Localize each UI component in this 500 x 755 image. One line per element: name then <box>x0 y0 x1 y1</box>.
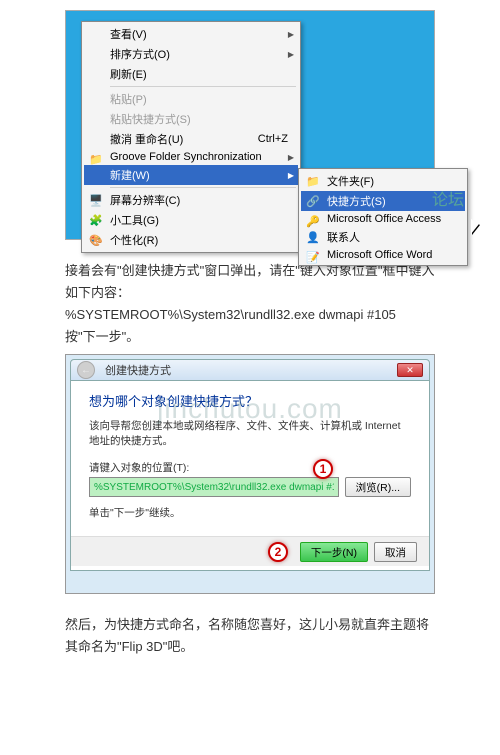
context-menu-screenshot: 查看(V) 排序方式(O) 刷新(E) 粘贴(P) 粘贴快捷方式(S) 撤消 重… <box>65 10 435 240</box>
browse-button[interactable]: 浏览(R)... <box>345 477 411 497</box>
menu-item-resolution[interactable]: 🖥️ 屏幕分辨率(C) <box>84 190 298 210</box>
desktop-context-menu: 查看(V) 排序方式(O) 刷新(E) 粘贴(P) 粘贴快捷方式(S) 撤消 重… <box>81 21 301 253</box>
menu-label: 文件夹(F) <box>327 173 374 189</box>
wizard-description: 该向导帮您创建本地或网络程序、文件、文件夹、计算机或 Internet 地址的快… <box>89 418 411 448</box>
menu-item-paste-shortcut: 粘贴快捷方式(S) <box>84 109 298 129</box>
close-button[interactable]: ✕ <box>397 363 423 377</box>
menu-label: 查看(V) <box>110 26 147 42</box>
menu-label: 刷新(E) <box>110 66 147 82</box>
menu-item-undo-rename[interactable]: 撤消 重命名(U) Ctrl+Z <box>84 129 298 149</box>
menu-label: 屏幕分辨率(C) <box>110 192 180 208</box>
menu-label: 小工具(G) <box>110 212 159 228</box>
menu-label: 排序方式(O) <box>110 46 170 62</box>
text-line: 接着会有"创建快捷方式"窗口弹出，请在"键入对象位置"框中键入如下内容： <box>65 260 435 304</box>
menu-separator <box>110 187 296 188</box>
personalize-icon: 🎨 <box>88 232 104 248</box>
display-icon: 🖥️ <box>88 192 104 208</box>
submenu-item-word[interactable]: 📝 Microsoft Office Word <box>301 247 465 263</box>
menu-item-view[interactable]: 查看(V) <box>84 24 298 44</box>
callout-2: 2 <box>268 542 288 562</box>
next-button[interactable]: 下一步(N) <box>300 542 368 562</box>
text-line: 然后，为快捷方式命名，名称随您喜好，这儿小易就直奔主题将其命名为"Flip 3D… <box>65 614 435 658</box>
menu-item-new[interactable]: 新建(W) <box>84 165 298 185</box>
word-icon: 📝 <box>305 249 321 265</box>
wizard-title: 创建快捷方式 <box>105 362 171 378</box>
create-shortcut-screenshot: ← 创建快捷方式 ✕ jinchutou.com 想为哪个对象创建快捷方式？ 该… <box>65 354 435 594</box>
shortcut-icon: 🔗 <box>305 193 321 209</box>
instruction-paragraph-1: 接着会有"创建快捷方式"窗口弹出，请在"键入对象位置"框中键入如下内容： %SY… <box>65 260 435 348</box>
location-field-row: 浏览(R)... <box>89 477 411 497</box>
wizard-hint: 单击"下一步"继续。 <box>89 505 411 520</box>
menu-label: 个性化(R) <box>110 232 158 248</box>
instruction-paragraph-2: 然后，为快捷方式命名，名称随您喜好，这儿小易就直奔主题将其命名为"Flip 3D… <box>65 614 435 658</box>
menu-label: Microsoft Office Access <box>327 213 441 225</box>
menu-item-refresh[interactable]: 刷新(E) <box>84 64 298 84</box>
wizard-footer: 2 下一步(N) 取消 <box>71 536 429 566</box>
wizard-heading: 想为哪个对象创建快捷方式？ <box>89 391 411 410</box>
submenu-item-contact[interactable]: 👤 联系人 <box>301 227 465 247</box>
menu-label: 快捷方式(S) <box>327 193 386 209</box>
watermark: 论坛 <box>432 186 464 210</box>
menu-item-sort[interactable]: 排序方式(O) <box>84 44 298 64</box>
menu-shortcut: Ctrl+Z <box>258 133 288 145</box>
menu-item-personalize[interactable]: 🎨 个性化(R) <box>84 230 298 250</box>
text-line-command: %SYSTEMROOT%\System32\rundll32.exe dwmap… <box>65 304 435 326</box>
menu-label: 新建(W) <box>110 167 150 183</box>
new-submenu: 📁 文件夹(F) 🔗 快捷方式(S) 🔑Microsoft Office Acces… <box>298 168 468 266</box>
contact-icon: 👤 <box>305 229 321 245</box>
wizard-titlebar: ← 创建快捷方式 ✕ <box>70 359 430 381</box>
menu-separator <box>110 86 296 87</box>
menu-label: Microsoft Office Word <box>327 249 432 261</box>
back-button: ← <box>77 361 95 379</box>
menu-label: 联系人 <box>327 229 360 245</box>
text-line: 按"下一步"。 <box>65 326 435 348</box>
folder-icon: 📁 <box>305 173 321 189</box>
menu-label: 粘贴(P) <box>110 91 147 107</box>
menu-item-groove[interactable]: 📁Groove Folder Synchronization <box>84 149 298 165</box>
menu-label: Groove Folder Synchronization <box>110 151 262 163</box>
bottom-filler <box>0 665 500 755</box>
gadget-icon: 🧩 <box>88 212 104 228</box>
wizard-body: jinchutou.com 想为哪个对象创建快捷方式？ 该向导帮您创建本地或网络… <box>70 381 430 571</box>
location-field-label: 请键入对象的位置(T): <box>89 460 411 475</box>
menu-label: 撤消 重命名(U) <box>110 131 183 147</box>
menu-item-paste: 粘贴(P) <box>84 89 298 109</box>
menu-item-gadgets[interactable]: 🧩 小工具(G) <box>84 210 298 230</box>
submenu-item-access[interactable]: 🔑Microsoft Office Access <box>301 211 465 227</box>
callout-1: 1 <box>313 459 333 479</box>
menu-label: 粘贴快捷方式(S) <box>110 111 191 127</box>
location-input[interactable] <box>89 477 339 497</box>
cancel-button[interactable]: 取消 <box>374 542 417 562</box>
